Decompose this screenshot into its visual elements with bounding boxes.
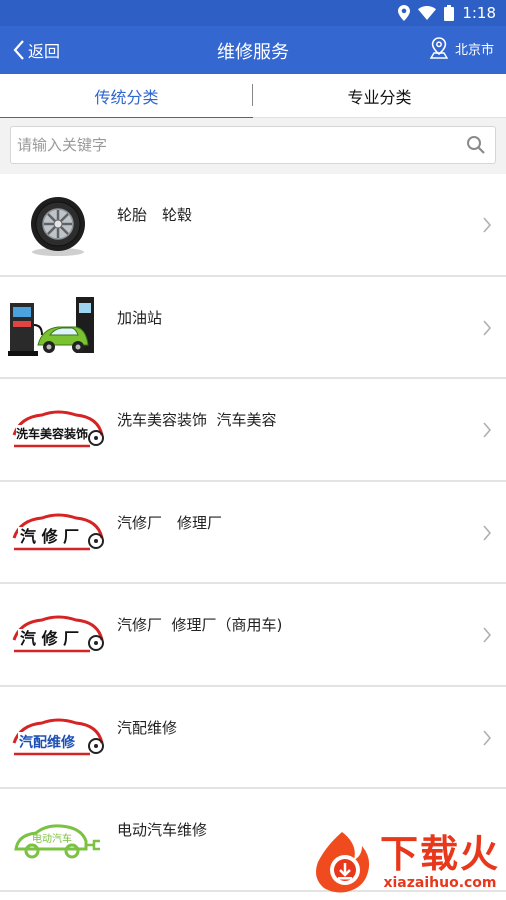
battery-icon (444, 5, 455, 21)
logo-text: 汽 修 厂 (20, 527, 79, 546)
flame-logo-icon (315, 832, 370, 893)
city-selector[interactable]: 北京市 (429, 37, 494, 59)
chevron-right-icon (483, 524, 492, 541)
search-input[interactable] (17, 136, 463, 154)
item-label: 加油站 (117, 308, 163, 327)
list-item-tire[interactable]: 轮胎 轮毂 (0, 174, 506, 277)
logo-text: 汽配维修 (19, 734, 76, 751)
watermark: 下载火 xiazaihuo.com (312, 830, 500, 894)
ev-repair-logo: 电动汽车 (8, 807, 108, 873)
gas-station-icon (8, 295, 108, 361)
tab-professional[interactable]: 专业分类 (253, 74, 506, 118)
car-wash-logo: 洗车美容装饰 (8, 397, 108, 463)
chevron-right-icon (483, 627, 492, 643)
app-bar: 返回 维修服务 北京市 (0, 26, 506, 74)
item-label: 汽修厂 修理厂 (117, 513, 223, 532)
item-label: 汽配维修 (117, 718, 178, 737)
city-label: 北京市 (454, 42, 494, 58)
tire-icon (8, 192, 108, 258)
category-tabs: 传统分类 专业分类 (0, 74, 506, 119)
list-item-auto-parts[interactable]: 汽配维修 汽配维修 (0, 686, 506, 789)
watermark-domain: xiazaihuo.com (383, 875, 497, 891)
chevron-right-icon (483, 217, 492, 233)
search-icon[interactable] (463, 132, 489, 158)
search-box (10, 126, 496, 164)
auto-parts-logo: 汽配维修 (8, 705, 108, 771)
item-label: 电动汽车维修 (117, 821, 208, 839)
logo-text: 汽 修 厂 (20, 629, 79, 648)
repair-shop-logo: 汽 修 厂 (8, 602, 108, 668)
category-list: 轮胎 轮毂 加油站 洗车美容装饰 洗车美容装饰 汽车美容 汽 修 厂 汽修厂 修… (0, 174, 506, 892)
list-item-repair-shop[interactable]: 汽 修 厂 汽修厂 修理厂 (0, 481, 506, 584)
logo-text: 电动汽车 (32, 832, 72, 845)
item-label: 汽修厂 修理厂（商用车) (117, 616, 283, 634)
status-bar: 1:18 (0, 0, 506, 26)
search-area (0, 118, 506, 174)
wifi-icon (418, 6, 437, 20)
chevron-right-icon (483, 422, 492, 438)
tab-traditional[interactable]: 传统分类 (0, 74, 253, 119)
list-item-car-wash[interactable]: 洗车美容装饰 洗车美容装饰 汽车美容 (0, 379, 506, 482)
item-label: 洗车美容装饰 汽车美容 (117, 411, 277, 429)
logo-text: 洗车美容装饰 (16, 426, 88, 441)
location-status-icon (398, 5, 411, 21)
map-pin-icon (429, 37, 449, 59)
chevron-right-icon (483, 319, 492, 336)
list-item-gas-station[interactable]: 加油站 (0, 276, 506, 379)
chevron-right-icon (483, 729, 492, 746)
status-time: 1:18 (462, 4, 496, 22)
list-item-repair-shop-commercial[interactable]: 汽 修 厂 汽修厂 修理厂（商用车) (0, 584, 506, 687)
item-label: 轮胎 轮毂 (117, 206, 193, 224)
watermark-brand: 下载火 (379, 832, 500, 876)
repair-shop-logo: 汽 修 厂 (8, 500, 108, 566)
